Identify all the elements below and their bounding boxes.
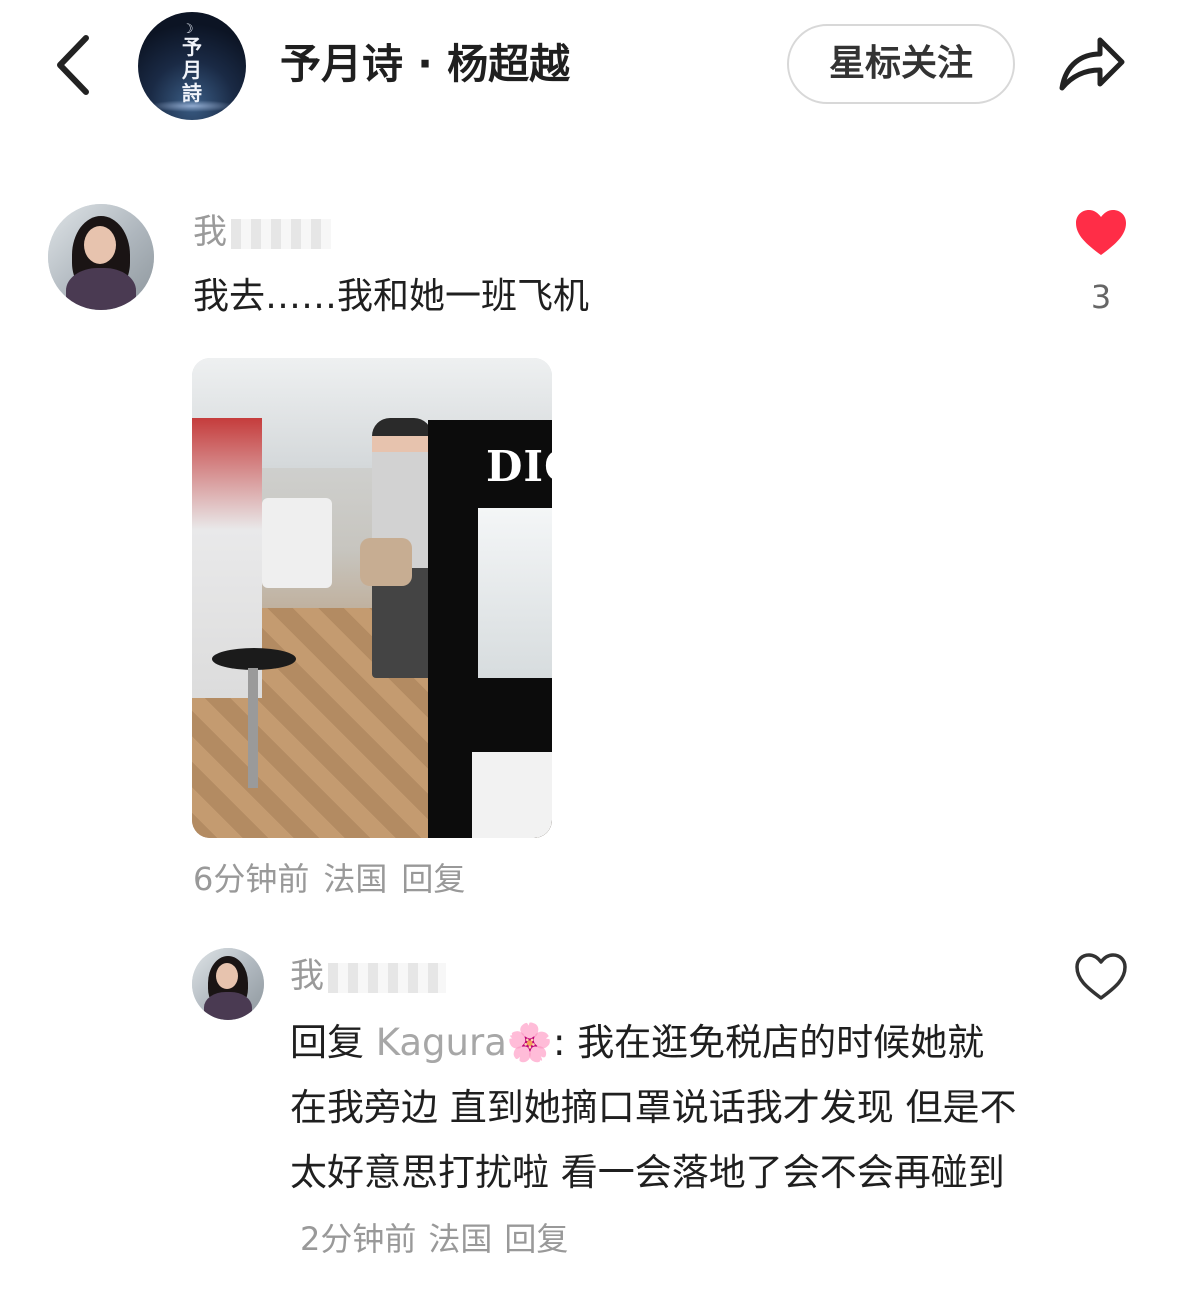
avatar-body (66, 268, 136, 310)
photo-handbag (360, 538, 412, 586)
comment-text: 我去……我和她一班飞机 (193, 276, 590, 317)
reply-location: 法国 (428, 1220, 493, 1258)
logo-label: 予月詩 (182, 35, 202, 105)
photo-info-card (472, 752, 552, 838)
username-text: 我 (193, 212, 227, 252)
avatar-face (84, 226, 116, 264)
like-count: 3 (1090, 278, 1112, 316)
top-bar: ☽ 予月詩 予月诗 · 杨超越 星标关注 (0, 0, 1179, 130)
username-text: 我 (290, 956, 324, 996)
username-blur (328, 962, 446, 993)
commenter-avatar[interactable] (48, 204, 154, 310)
reply-button[interactable]: 回复 (401, 860, 465, 898)
photo-counter (262, 498, 332, 588)
avatar-body (204, 992, 252, 1020)
account-avatar[interactable]: ☽ 予月詩 (138, 12, 246, 120)
comment-location: 法国 (323, 860, 388, 898)
reply-meta: 2分钟前 法国 回复 (300, 1220, 580, 1258)
photo-display-case (478, 508, 552, 678)
photo-stool-seat (212, 648, 296, 670)
share-arrow-icon[interactable] (1056, 30, 1128, 96)
photo-stool-leg (248, 668, 258, 788)
star-follow-button[interactable]: 星标关注 (787, 24, 1015, 104)
logo-glow (148, 100, 236, 112)
account-title[interactable]: 予月诗 · 杨超越 (280, 36, 570, 92)
reply-comment-text: 回复 Kagura🌸: 我在逛免税店的时候她就在我旁边 直到她摘口罩说话我才发现… (290, 1010, 1020, 1272)
comment-meta: 6分钟前 法国 回复 (193, 856, 479, 902)
avatar-face (216, 963, 238, 989)
heart-outline-icon[interactable] (1074, 952, 1128, 1002)
logo-text: 予月詩 (138, 36, 246, 105)
comment-time: 6分钟前 (193, 860, 310, 898)
reply-prefix: 回复 (290, 1021, 364, 1064)
reply-button[interactable]: 回复 (504, 1220, 568, 1258)
heart-filled-icon[interactable] (1074, 208, 1128, 258)
username-blur (231, 218, 331, 249)
mention-username[interactable]: Kagura🌸 (376, 1021, 553, 1064)
comment-photo[interactable]: DIOR (192, 358, 552, 838)
reply-time: 2分钟前 (300, 1220, 417, 1258)
reply-commenter-username[interactable]: 我 (290, 952, 446, 1000)
reply-separator: : (552, 1021, 578, 1064)
photo-brand-sign: DIOR (486, 442, 552, 491)
reply-commenter-avatar[interactable] (192, 948, 264, 1020)
chevron-left-icon[interactable] (48, 30, 108, 100)
commenter-username[interactable]: 我 (193, 208, 331, 256)
